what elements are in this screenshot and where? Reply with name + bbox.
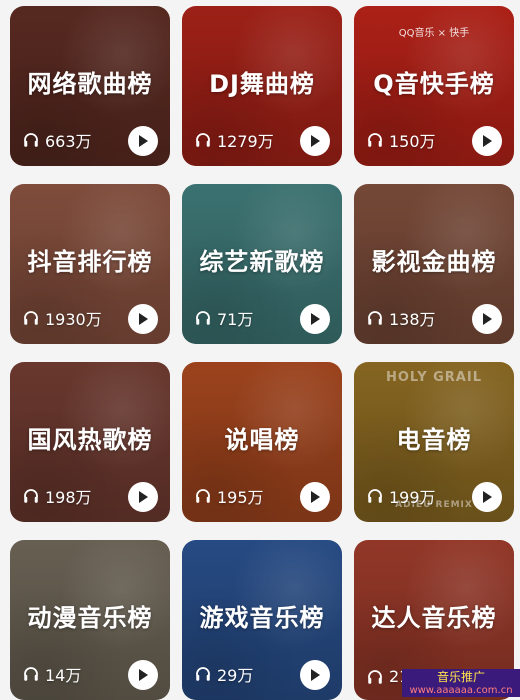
chart-title: Q音快手榜 (373, 70, 495, 98)
play-icon (139, 669, 148, 681)
chart-title: 综艺新歌榜 (199, 248, 325, 276)
chart-card-guofeng[interactable]: 国风热歌榜 198万 (10, 362, 170, 522)
play-icon (311, 669, 320, 681)
chart-title: 抖音排行榜 (27, 248, 153, 276)
promo-banner[interactable]: 音乐推广 www.aaaaaa.com.cn (402, 669, 520, 697)
play-count: 195万 (194, 484, 264, 508)
promo-title: 音乐推广 (436, 670, 485, 684)
headphones-icon (196, 489, 210, 503)
headphones-icon (368, 133, 382, 147)
promo-url: www.aaaaaa.com.cn (409, 685, 513, 696)
play-count: 150万 (366, 128, 436, 152)
chart-title: 达人音乐榜 (371, 604, 497, 632)
chart-card-film-tv[interactable]: 影视金曲榜 138万 (354, 184, 514, 344)
headphones-icon (24, 311, 38, 325)
headphones-icon (24, 667, 38, 681)
play-count: 663万 (22, 128, 92, 152)
chart-title: 影视金曲榜 (371, 248, 497, 276)
play-icon (139, 491, 148, 503)
headphones-icon (196, 667, 210, 681)
play-icon (483, 135, 492, 147)
play-button[interactable] (128, 482, 158, 512)
play-count: 138万 (366, 306, 436, 330)
headphones-icon (196, 133, 210, 147)
chart-card-rap[interactable]: 说唱榜 195万 (182, 362, 342, 522)
play-icon (311, 135, 320, 147)
cover-watermark-top: HOLY GRAIL (386, 370, 482, 385)
chart-title: 动漫音乐榜 (27, 604, 153, 632)
play-icon (139, 135, 148, 147)
play-button[interactable] (300, 482, 330, 512)
play-count: 199万 (366, 484, 436, 508)
play-button[interactable] (128, 304, 158, 334)
play-button[interactable] (472, 482, 502, 512)
chart-title: 电音榜 (396, 426, 472, 454)
headphones-icon (368, 669, 382, 684)
play-count: 71万 (194, 306, 253, 330)
play-button[interactable] (128, 660, 158, 690)
chart-title: DJ舞曲榜 (209, 70, 315, 98)
chart-card-electronic[interactable]: HOLY GRAIL 电音榜 ADIEU REMIX 199万 (354, 362, 514, 522)
play-icon (483, 313, 492, 325)
headphones-icon (368, 489, 382, 503)
chart-card-dj[interactable]: DJ舞曲榜 1279万 (182, 6, 342, 166)
partner-logo: QQ音乐 × 快手 (398, 28, 470, 39)
play-icon (311, 491, 320, 503)
play-button[interactable] (300, 304, 330, 334)
play-button[interactable] (300, 660, 330, 690)
chart-grid: 网络歌曲榜 663万 DJ舞曲榜 1279万 QQ音乐 × 快手 Q音快手榜 1… (0, 0, 520, 700)
chart-card-anime[interactable]: 动漫音乐榜 14万 (10, 540, 170, 700)
play-count: 14万 (22, 662, 81, 686)
chart-card-game[interactable]: 游戏音乐榜 29万 (182, 540, 342, 700)
chart-title: 说唱榜 (224, 426, 300, 454)
chart-card-network-songs[interactable]: 网络歌曲榜 663万 (10, 6, 170, 166)
chart-card-variety[interactable]: 综艺新歌榜 71万 (182, 184, 342, 344)
chart-title: 网络歌曲榜 (27, 70, 153, 98)
play-button[interactable] (128, 126, 158, 156)
play-button[interactable] (472, 304, 502, 334)
play-count: 1279万 (194, 128, 274, 152)
play-icon (483, 491, 492, 503)
play-icon (139, 313, 148, 325)
headphones-icon (368, 311, 382, 325)
chart-title: 游戏音乐榜 (199, 604, 325, 632)
play-count: 198万 (22, 484, 92, 508)
play-count: 1930万 (22, 306, 102, 330)
play-icon (311, 313, 320, 325)
chart-title: 国风热歌榜 (27, 426, 153, 454)
headphones-icon (196, 311, 210, 325)
headphones-icon (24, 133, 38, 147)
headphones-icon (24, 489, 38, 503)
chart-card-q-kuaishou[interactable]: QQ音乐 × 快手 Q音快手榜 150万 (354, 6, 514, 166)
chart-card-douyin[interactable]: 抖音排行榜 1930万 (10, 184, 170, 344)
play-button[interactable] (472, 126, 502, 156)
play-count: 29万 (194, 662, 253, 686)
play-button[interactable] (300, 126, 330, 156)
